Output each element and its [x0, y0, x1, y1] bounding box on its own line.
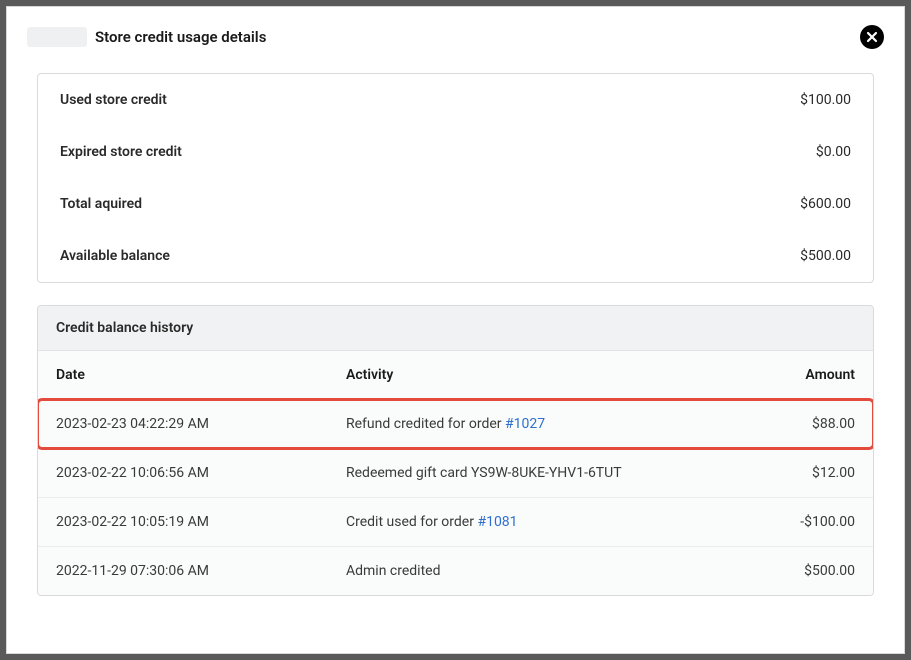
close-icon[interactable]	[860, 25, 884, 49]
row-amount: $88.00	[745, 416, 855, 432]
order-link[interactable]: #1081	[477, 514, 517, 530]
column-header-activity: Activity	[346, 367, 745, 383]
store-credit-modal: Store credit usage details Used store cr…	[6, 6, 905, 654]
column-header-amount: Amount	[745, 367, 855, 383]
row-date: 2023-02-23 04:22:29 AM	[56, 416, 346, 432]
history-body: 2023-02-23 04:22:29 AMRefund credited fo…	[38, 399, 873, 595]
activity-text: Redeemed gift card YS9W-8UKE-YHV1-6TUT	[346, 465, 622, 481]
row-activity: Credit used for order #1081	[346, 514, 745, 530]
row-date: 2023-02-22 10:05:19 AM	[56, 514, 346, 530]
summary-label-available: Available balance	[60, 248, 170, 264]
modal-title-wrap: Store credit usage details	[27, 27, 266, 47]
table-row: 2023-02-22 10:06:56 AMRedeemed gift card…	[38, 448, 873, 497]
table-row: 2023-02-23 04:22:29 AMRefund credited fo…	[38, 399, 873, 448]
row-amount: $500.00	[745, 563, 855, 579]
history-columns: Date Activity Amount	[38, 351, 873, 399]
column-header-date: Date	[56, 367, 346, 383]
summary-value-acquired: $600.00	[800, 196, 851, 212]
table-row: 2023-02-22 10:05:19 AMCredit used for or…	[38, 497, 873, 546]
activity-text: Credit used for order	[346, 514, 477, 530]
row-amount: -$100.00	[745, 514, 855, 530]
summary-value-expired: $0.00	[816, 144, 851, 160]
modal-title: Store credit usage details	[95, 28, 266, 46]
row-activity: Admin credited	[346, 563, 745, 579]
history-section-title: Credit balance history	[38, 306, 873, 351]
summary-card: Used store credit $100.00 Expired store …	[37, 73, 874, 283]
summary-label-acquired: Total aquired	[60, 196, 142, 212]
row-activity: Redeemed gift card YS9W-8UKE-YHV1-6TUT	[346, 465, 745, 481]
summary-row-acquired: Total aquired $600.00	[38, 178, 873, 230]
order-link[interactable]: #1027	[505, 416, 545, 432]
summary-row-expired: Expired store credit $0.00	[38, 126, 873, 178]
history-card: Credit balance history Date Activity Amo…	[37, 305, 874, 596]
activity-text: Admin credited	[346, 563, 440, 579]
table-row: 2022-11-29 07:30:06 AMAdmin credited $500…	[38, 546, 873, 595]
modal-header: Store credit usage details	[27, 25, 884, 49]
row-amount: $12.00	[745, 465, 855, 481]
row-activity: Refund credited for order #1027	[346, 416, 745, 432]
row-date: 2022-11-29 07:30:06 AM	[56, 563, 346, 579]
activity-text: Refund credited for order	[346, 416, 505, 432]
summary-row-used: Used store credit $100.00	[38, 74, 873, 126]
summary-value-used: $100.00	[800, 92, 851, 108]
summary-label-expired: Expired store credit	[60, 144, 182, 160]
app-badge	[27, 27, 87, 47]
summary-value-available: $500.00	[800, 248, 851, 264]
summary-row-available: Available balance $500.00	[38, 230, 873, 282]
row-date: 2023-02-22 10:06:56 AM	[56, 465, 346, 481]
summary-label-used: Used store credit	[60, 92, 167, 108]
